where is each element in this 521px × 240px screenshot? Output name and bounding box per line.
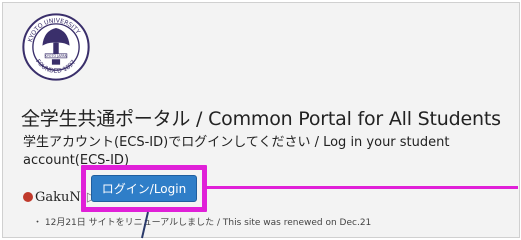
highlight-connector-line bbox=[207, 186, 518, 189]
page-title: 全学生共通ポータル / Common Portal for All Studen… bbox=[21, 108, 501, 130]
svg-text:KYOTO JAPAN: KYOTO JAPAN bbox=[45, 54, 68, 58]
login-button[interactable]: ログイン/Login bbox=[91, 175, 197, 202]
news-notice: ・ 12月21日 サイトをリニューアルしました / This site was … bbox=[33, 218, 372, 228]
gakunin-label: GakuNi bbox=[35, 189, 85, 205]
portal-panel: KYOTO UNIVERSITY FOUNDED 1897 KYOTO JAPA… bbox=[2, 2, 520, 238]
gakunin-icon bbox=[23, 192, 33, 202]
university-seal-logo: KYOTO UNIVERSITY FOUNDED 1897 KYOTO JAPA… bbox=[22, 13, 90, 81]
